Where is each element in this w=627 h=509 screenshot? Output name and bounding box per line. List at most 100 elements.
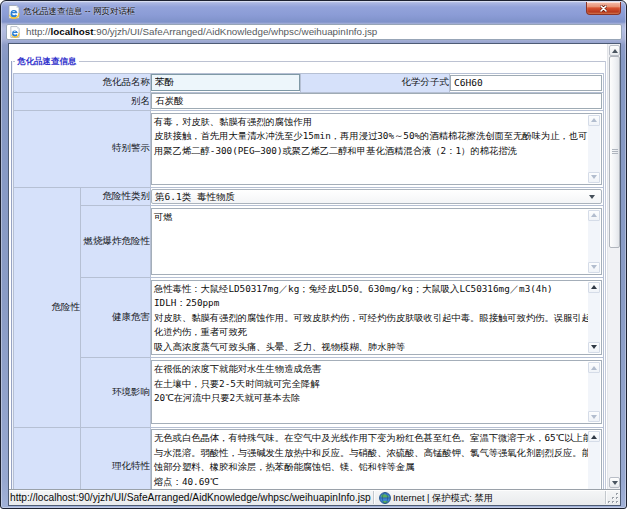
env-scrollbar[interactable]	[588, 362, 600, 422]
phys-text: 无色或白色晶体，有特殊气味。在空气中及光线作用下变为粉红色甚至红色。室温下微溶于…	[152, 430, 588, 489]
title-bar: 危化品速查信息 -- 网页对话框	[1, 1, 626, 23]
name-label: 危化品名称	[14, 73, 151, 92]
window-title: 危化品速查信息 -- 网页对话框	[23, 6, 135, 18]
url-protocol: http://	[26, 26, 51, 37]
scroll-down-button[interactable]	[609, 477, 620, 488]
health-textarea[interactable]: 急性毒性：大鼠经LD50317mg／kg；兔经皮LD50。630mg/kg；大鼠…	[151, 280, 602, 355]
scroll-up-button[interactable]	[609, 45, 620, 56]
scroll-down-button[interactable]	[588, 342, 600, 353]
fieldset-border-left	[11, 61, 12, 489]
page-title: 危化品速查信息	[15, 55, 79, 67]
phys-label: 理化特性	[81, 427, 151, 489]
table-row: 环境影响 在很低的浓度下就能对水生生物造成危害 在土壤中，只要2-5天时间就可完…	[14, 357, 604, 427]
fire-text: 可燃	[152, 209, 588, 274]
field-cell	[450, 73, 604, 92]
status-url: http://localhost:90/yjzh/UI/SafeArranged…	[10, 491, 372, 505]
fire-textarea[interactable]: 可燃	[151, 208, 602, 275]
chevron-down-icon	[589, 195, 595, 199]
category-label: 危险性类别	[81, 187, 151, 205]
field-cell: 可燃	[151, 205, 604, 277]
url-path: :90/yjzh/UI/SafeArranged/AidKnowledge/wh…	[94, 26, 378, 37]
env-label: 环境影响	[81, 357, 151, 427]
formula-input[interactable]	[450, 75, 602, 91]
page-scrollbar[interactable]	[607, 44, 620, 489]
health-scrollbar[interactable]	[588, 282, 600, 353]
page-content: 危化品速查信息 危化品名称 化学分子式 别名 特别警示	[9, 44, 620, 489]
globe-icon	[379, 492, 391, 504]
status-zone-text: Internet | 保护模式: 禁用	[393, 491, 493, 505]
arrow-down-icon	[591, 265, 597, 269]
phys-scrollbar[interactable]	[588, 431, 600, 489]
empty-group-cell	[14, 427, 81, 489]
table-row: 特别警示 有毒，对皮肤、黏膜有强烈的腐蚀作用 皮肤接触，首先用大量清水冲洗至少1…	[14, 110, 604, 187]
table-row: 理化特性 无色或白色晶体，有特殊气味。在空气中及光线作用下变为粉红色甚至红色。室…	[14, 427, 604, 489]
health-text: 急性毒性：大鼠经LD50317mg／kg；兔经皮LD50。630mg/kg；大鼠…	[152, 281, 588, 354]
field-cell: 在很低的浓度下就能对水生生物造成危害 在土壤中，只要2-5天时间就可完全降解 2…	[151, 357, 604, 427]
chemical-info-table: 危化品名称 化学分子式 别名 特别警示 有毒，对皮肤、黏膜有强烈的腐蚀作用 皮肤…	[13, 73, 604, 490]
scroll-up-button[interactable]	[588, 210, 600, 221]
field-cell: 急性毒性：大鼠经LD50317mg／kg；兔经皮LD50。630mg/kg；大鼠…	[151, 277, 604, 357]
thumb-grip	[612, 149, 618, 155]
field-cell	[151, 92, 604, 110]
arrow-up-icon	[591, 213, 597, 217]
table-row: 别名	[14, 92, 604, 110]
scrollbar-thumb[interactable]	[609, 56, 620, 248]
field-cell	[151, 73, 301, 92]
hazard-group-label: 危险性	[14, 187, 81, 427]
fire-scrollbar[interactable]	[588, 210, 600, 273]
arrow-up-icon	[612, 49, 618, 53]
warning-scrollbar[interactable]	[588, 115, 600, 183]
arrow-down-icon	[612, 481, 618, 485]
ie-page-icon	[10, 26, 20, 38]
arrow-up-icon	[591, 118, 597, 122]
category-select-value: 第6.1类 毒性物质	[155, 190, 235, 203]
phys-textarea[interactable]: 无色或白色晶体，有特殊气味。在空气中及光线作用下变为粉红色甚至红色。室温下微溶于…	[151, 429, 602, 489]
url-host: localhost	[51, 26, 94, 37]
arrow-up-icon	[591, 435, 597, 439]
env-text: 在很低的浓度下就能对水生生物造成危害 在土壤中，只要2-5天时间就可完全降解 2…	[152, 361, 588, 423]
warning-text: 有毒，对皮肤、黏膜有强烈的腐蚀作用 皮肤接触，首先用大量清水冲洗至少15min，…	[152, 114, 588, 184]
field-cell: 第6.1类 毒性物质	[151, 187, 604, 205]
env-textarea[interactable]: 在很低的浓度下就能对水生生物造成危害 在土壤中，只要2-5天时间就可完全降解 2…	[151, 360, 602, 424]
resize-grip-icon[interactable]	[607, 492, 619, 504]
fieldset-border-right	[605, 61, 606, 489]
field-cell: 无色或白色晶体，有特殊气味。在空气中及光线作用下变为粉红色甚至红色。室温下微溶于…	[151, 427, 604, 489]
close-button[interactable]	[586, 2, 621, 15]
warning-label: 特别警示	[14, 110, 151, 187]
address-url-box: http://localhost:90/yjzh/UI/SafeArranged…	[6, 24, 622, 40]
scroll-down-button[interactable]	[588, 411, 600, 422]
category-select[interactable]: 第6.1类 毒性物质	[151, 189, 602, 204]
warning-textarea[interactable]: 有毒，对皮肤、黏膜有强烈的腐蚀作用 皮肤接触，首先用大量清水冲洗至少15min，…	[151, 113, 602, 185]
arrow-up-icon	[591, 285, 597, 289]
client-area: 危化品速查信息 危化品名称 化学分子式 别名 特别警示	[8, 43, 621, 506]
scroll-down-button[interactable]	[588, 262, 600, 273]
health-label: 健康危害	[81, 277, 151, 357]
name-input[interactable]	[151, 74, 300, 91]
fire-label: 燃烧爆炸危险性	[81, 205, 151, 277]
close-icon	[600, 5, 607, 12]
scroll-up-button[interactable]	[588, 115, 600, 126]
scroll-down-button[interactable]	[588, 172, 600, 183]
address-url: http://localhost:90/yjzh/UI/SafeArranged…	[26, 25, 619, 39]
arrow-down-icon	[591, 175, 597, 179]
arrow-down-icon	[591, 345, 597, 349]
arrow-up-icon	[591, 366, 597, 370]
fieldset-border-top	[11, 61, 606, 62]
address-bar: http://localhost:90/yjzh/UI/SafeArranged…	[1, 23, 626, 43]
alias-input[interactable]	[151, 93, 602, 109]
dialog-window: 危化品速查信息 -- 网页对话框 http://localhost:90/yjz…	[0, 0, 627, 509]
field-cell: 有毒，对皮肤、黏膜有强烈的腐蚀作用 皮肤接触，首先用大量清水冲洗至少15min，…	[151, 110, 604, 187]
alias-label: 别名	[14, 92, 151, 110]
table-row: 燃烧爆炸危险性 可燃	[14, 205, 604, 277]
status-separator	[605, 491, 606, 504]
scroll-up-button[interactable]	[588, 362, 600, 373]
status-bar: http://localhost:90/yjzh/UI/SafeArranged…	[9, 489, 620, 505]
ie-document-icon	[8, 5, 20, 19]
scroll-up-button[interactable]	[588, 282, 600, 293]
status-separator	[373, 491, 374, 504]
table-row: 危化品名称 化学分子式	[14, 73, 604, 92]
formula-label: 化学分子式	[301, 73, 450, 92]
table-row: 健康危害 急性毒性：大鼠经LD50317mg／kg；兔经皮LD50。630mg/…	[14, 277, 604, 357]
scroll-up-button[interactable]	[588, 431, 600, 442]
arrow-down-icon	[591, 415, 597, 419]
